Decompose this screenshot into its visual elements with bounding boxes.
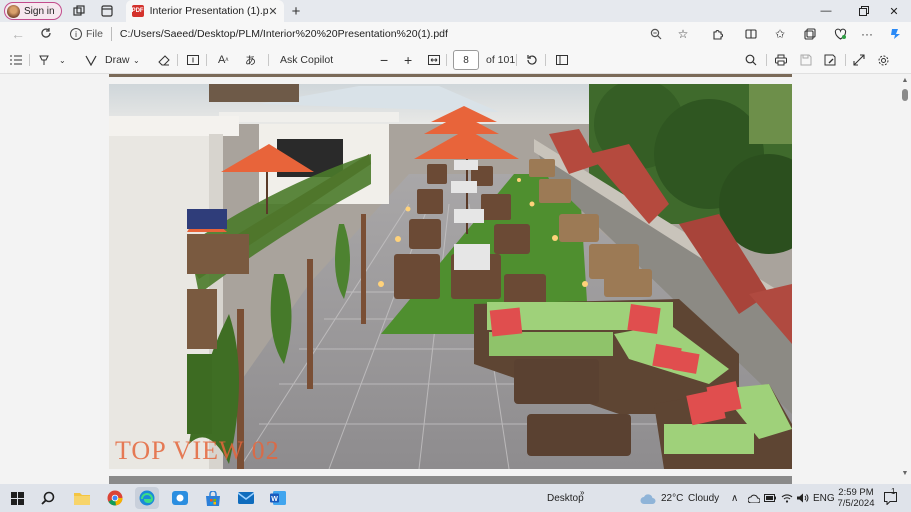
url-text: C:/Users/Saeed/Desktop/PLM/Interior%20%2…: [119, 28, 448, 40]
windows-taskbar: W Desktop » 22°C Cloudy ∧ ENG 2:59 PM 7/…: [0, 484, 911, 512]
draw-button[interactable]: Draw: [105, 46, 130, 74]
page-view-icon[interactable]: [556, 46, 568, 74]
copilot-icon[interactable]: [886, 24, 906, 44]
clock-date[interactable]: 7/5/2024: [838, 498, 875, 509]
signin-label: Sign in: [24, 5, 55, 17]
chrome-icon[interactable]: [103, 487, 127, 509]
back-arrow-icon[interactable]: ←: [4, 26, 32, 42]
wifi-icon[interactable]: [781, 484, 793, 512]
rotate-icon[interactable]: [526, 46, 538, 74]
tab-strip: Sign in PDF Interior Presentation (1).pd…: [0, 0, 911, 22]
favorites-icon[interactable]: ✩: [770, 24, 790, 44]
battery-icon[interactable]: [764, 484, 776, 512]
weather-temp[interactable]: 22°C: [661, 484, 683, 512]
mail-icon[interactable]: [234, 487, 258, 509]
tab-actions-icon[interactable]: [96, 2, 118, 20]
word-icon[interactable]: W: [266, 487, 290, 509]
expand-icon[interactable]: [853, 46, 865, 74]
weather-cloud-icon[interactable]: [640, 484, 656, 512]
pdf-page: TOP VIEW 02: [109, 84, 792, 469]
volume-icon[interactable]: [797, 484, 809, 512]
highlight-icon[interactable]: [38, 46, 50, 74]
minimize-icon[interactable]: —: [809, 0, 843, 22]
scroll-up-arrow-icon[interactable]: ▲: [901, 77, 909, 84]
pdf-viewer[interactable]: TOP VIEW 02: [0, 74, 911, 484]
vertical-scrollbar[interactable]: ▲ ▼: [899, 74, 911, 484]
ask-copilot-button[interactable]: Ask Copilot: [280, 46, 333, 74]
scrollbar-thumb[interactable]: [902, 89, 908, 101]
read-aloud-icon[interactable]: Aʌ: [218, 46, 228, 74]
draw-icon[interactable]: [85, 46, 97, 74]
split-screen-icon[interactable]: [741, 24, 761, 44]
save-icon[interactable]: [800, 46, 812, 74]
notification-count-badge: 1: [891, 487, 896, 496]
zoom-icon[interactable]: [646, 24, 666, 44]
search-icon[interactable]: [745, 46, 757, 74]
url-field[interactable]: i File C:/Users/Saeed/Desktop/PLM/Interi…: [66, 24, 686, 44]
edge-icon[interactable]: [135, 487, 159, 509]
pdf-settings-gear-icon[interactable]: [877, 46, 890, 74]
settings-more-icon[interactable]: ···: [857, 24, 877, 44]
previous-page-edge: [109, 74, 792, 77]
zoom-in-icon[interactable]: +: [404, 46, 412, 74]
avatar: [7, 4, 20, 18]
save-as-icon[interactable]: [824, 46, 836, 74]
refresh-icon[interactable]: [32, 26, 60, 42]
desktop-toolbar-label[interactable]: Desktop: [547, 484, 584, 512]
close-tab-icon[interactable]: ✕: [268, 5, 277, 18]
file-explorer-icon[interactable]: [70, 487, 94, 509]
tray-chevron-up-icon[interactable]: ∧: [731, 484, 738, 512]
new-tab-icon[interactable]: +: [292, 3, 301, 20]
url-scheme-label: File: [86, 28, 103, 40]
zoom-out-icon[interactable]: −: [380, 46, 388, 74]
store-icon[interactable]: [201, 487, 225, 509]
translate-icon[interactable]: あ: [245, 46, 256, 74]
print-icon[interactable]: [775, 46, 787, 74]
contents-icon[interactable]: [10, 46, 22, 74]
profile-signin-button[interactable]: Sign in: [4, 2, 62, 20]
pdf-toolbar: ⌄ Draw ⌄ Aʌ あ Ask Copilot − + 8 of 101: [0, 46, 911, 74]
add-text-icon[interactable]: [187, 46, 199, 74]
workspaces-icon[interactable]: [68, 2, 90, 20]
scroll-down-arrow-icon[interactable]: ▼: [901, 470, 909, 477]
eraser-icon[interactable]: [158, 46, 170, 74]
browser-essentials-icon[interactable]: [830, 24, 850, 44]
next-page-edge: [109, 476, 792, 484]
restore-icon[interactable]: [847, 0, 881, 22]
fit-page-icon[interactable]: [428, 46, 440, 74]
pdf-file-icon: PDF: [131, 5, 144, 17]
page-number-input[interactable]: 8: [453, 50, 479, 70]
draw-chevron-down-icon[interactable]: ⌄: [133, 46, 140, 74]
favorite-star-icon[interactable]: ☆: [673, 24, 693, 44]
collections-icon[interactable]: [800, 24, 820, 44]
desktop-chevron-icon[interactable]: »: [580, 478, 584, 506]
highlight-chevron-down-icon[interactable]: ⌄: [59, 46, 66, 74]
svg-text:W: W: [271, 496, 278, 503]
tab-pdf[interactable]: PDF Interior Presentation (1).pdf ✕: [125, 0, 284, 22]
extensions-icon[interactable]: [708, 24, 728, 44]
onedrive-icon[interactable]: [748, 484, 760, 512]
info-icon[interactable]: i: [70, 28, 82, 40]
windows-start-icon[interactable]: [5, 487, 29, 509]
input-language[interactable]: ENG: [813, 484, 835, 512]
page-overlay-title: TOP VIEW 02: [115, 436, 280, 465]
tab-title: Interior Presentation (1).pdf: [149, 5, 269, 17]
weather-desc[interactable]: Cloudy: [688, 484, 719, 512]
page-count-label: of 101: [486, 54, 516, 66]
search-taskbar-icon[interactable]: [36, 487, 60, 509]
rooftop-render-image: [109, 84, 792, 469]
photos-app-icon[interactable]: [168, 487, 192, 509]
clock-time[interactable]: 2:59 PM: [838, 487, 873, 498]
close-window-icon[interactable]: ✕: [877, 0, 911, 22]
